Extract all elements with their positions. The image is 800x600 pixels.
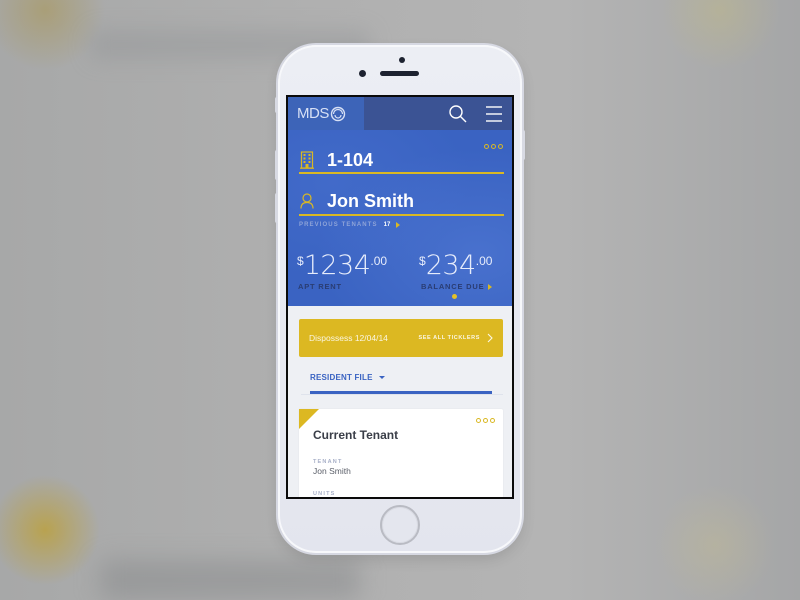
tenant-field[interactable]: Jon Smith <box>299 188 504 216</box>
currency-symbol: $ <box>419 254 426 268</box>
amount-whole: 234 <box>425 250 477 281</box>
logo-text: MDS <box>297 105 329 122</box>
dot-icon <box>490 418 495 423</box>
amount-whole: 1234 <box>303 250 371 281</box>
dot-icon <box>476 418 481 423</box>
units-field-label: UNITS <box>313 491 336 497</box>
phone-frame: MDS 1-104 Jon Smith PREVIOUS TENANTS 17 … <box>275 45 525 553</box>
home-button[interactable] <box>380 505 420 545</box>
previous-tenants-label: PREVIOUS TENANTS <box>299 222 378 228</box>
building-icon <box>299 151 315 169</box>
tenant-field-value: Jon Smith <box>313 466 351 476</box>
unit-field[interactable]: 1-104 <box>299 148 504 174</box>
tenant-field-label: TENANT <box>313 459 343 465</box>
front-camera <box>359 70 366 77</box>
power-button <box>522 130 525 160</box>
amount-cents: .00 <box>370 254 388 268</box>
card-corner-accent <box>299 409 319 429</box>
caret-right-icon <box>488 283 493 290</box>
mute-switch <box>275 97 278 113</box>
chevron-right-icon <box>487 333 493 343</box>
amount-cents: .00 <box>475 254 493 268</box>
tickler-banner[interactable]: Dispossess 12/04/14 SEE ALL TICKLERS <box>299 319 503 357</box>
search-icon <box>449 105 467 123</box>
tenant-name: Jon Smith <box>327 190 415 211</box>
volume-up-button <box>275 150 278 180</box>
balance-due-label-text: BALANCE DUE <box>421 282 485 291</box>
camera-dot <box>399 57 405 63</box>
tab-resident-file[interactable]: RESIDENT FILE <box>310 373 385 382</box>
page-indicator-dot[interactable] <box>452 294 457 299</box>
search-button[interactable] <box>448 104 468 124</box>
see-all-ticklers-link[interactable]: SEE ALL TICKLERS <box>418 333 493 343</box>
card-title: Current Tenant <box>313 428 399 442</box>
earpiece-speaker <box>380 71 419 76</box>
app-screen: MDS 1-104 Jon Smith PREVIOUS TENANTS 17 … <box>286 95 514 499</box>
tab-resident-file-label: RESIDENT FILE <box>310 373 373 382</box>
hamburger-menu-icon <box>486 106 502 122</box>
section-tabs: RESIDENT FILE <box>288 365 512 395</box>
see-all-ticklers-label: SEE ALL TICKLERS <box>418 335 480 341</box>
current-tenant-card: Current Tenant TENANT Jon Smith UNITS <box>299 409 503 497</box>
blurred-background-shape <box>100 560 360 600</box>
tab-divider <box>301 394 503 395</box>
caret-down-icon <box>378 376 385 379</box>
logo[interactable]: MDS <box>288 97 364 130</box>
unit-summary-panel: 1-104 Jon Smith PREVIOUS TENANTS 17 $ 12 <box>288 130 512 306</box>
volume-down-button <box>275 193 278 223</box>
card-more-options-button[interactable] <box>476 418 495 423</box>
previous-tenants-link[interactable]: PREVIOUS TENANTS 17 <box>299 222 401 228</box>
apt-rent-label: APT RENT <box>298 282 342 291</box>
caret-right-icon <box>396 222 401 228</box>
menu-button[interactable] <box>484 104 504 124</box>
active-tab-indicator <box>310 391 492 394</box>
tickler-text: Dispossess 12/04/14 <box>309 333 388 343</box>
top-nav-bar: MDS <box>288 97 512 130</box>
previous-tenants-count: 17 <box>383 222 391 228</box>
balance-due-link[interactable]: BALANCE DUE <box>421 282 493 291</box>
unit-number: 1-104 <box>327 149 374 170</box>
logo-swirl-icon <box>330 106 346 121</box>
dot-icon <box>483 418 488 423</box>
apt-rent-amount: $ 1234 .00 <box>297 252 387 280</box>
currency-symbol: $ <box>297 254 304 268</box>
apt-rent-label-text: APT RENT <box>298 282 342 291</box>
balance-due-amount: $ 234 .00 <box>419 252 492 280</box>
person-icon <box>299 192 315 210</box>
